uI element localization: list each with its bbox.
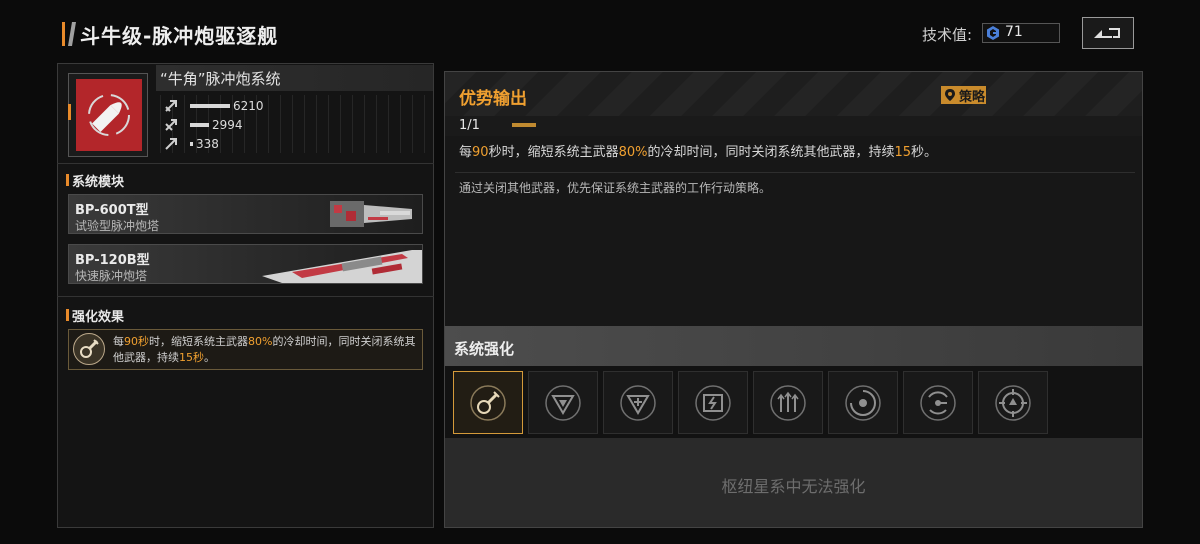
range-icon [165,138,177,150]
shield-burst-icon [620,384,656,421]
detail-title: 优势输出 [459,89,527,109]
page-count: 1/1 [459,118,480,133]
module-subtitle: 试验型脉冲炮塔 [75,219,160,233]
effect-description: 每90秒时，缩短系统主武器80%的冷却时间，同时关闭系统其他武器，持续15秒。 [113,335,416,364]
section-accent-mark [66,309,69,321]
stat-value: 2994 [212,118,243,132]
stat-bar [190,123,209,127]
turret-image [262,250,422,283]
stat-row-attack: 6210 [164,98,264,114]
detail-flavor-text: 通过关闭其他武器，优先保证系统主武器的工作行动策略。 [459,181,772,195]
attack-icon [165,100,177,112]
stat-value: 338 [196,137,219,151]
weapon-accent-mark [68,104,71,120]
stat-row-range: 338 [164,136,219,152]
cannon-wrench-icon [80,339,99,358]
durability-icon [165,119,177,131]
stat-bar [190,142,193,146]
cannon-wrench-icon [470,384,506,421]
module-subtitle: 快速脉冲炮塔 [75,269,148,283]
stat-row-durability: 2994 [164,117,243,133]
tech-hexagon-icon [987,26,999,40]
strategy-tag-label: 策略 [959,89,986,105]
bullet-crosshair-icon [88,94,130,136]
radar-icon [920,384,956,421]
strategy-tag: 策略 [941,86,986,105]
effects-section-label: 强化效果 [72,310,125,325]
back-arrow-icon [1094,28,1120,38]
stat-value: 6210 [233,99,264,113]
effect-icon [73,333,105,365]
enhance-slot-7[interactable] [903,371,973,434]
enhance-header [445,326,1142,366]
enhance-title: 系统强化 [454,340,515,358]
enhance-slot-6[interactable] [828,371,898,434]
battery-icon [695,384,731,421]
stat-bar [190,104,230,108]
target-icon [995,384,1031,421]
weapon-name: “牛角”脉冲炮系统 [160,70,281,88]
enhance-slot-3[interactable] [603,371,673,434]
detail-header [445,72,1142,116]
enhance-slot-8[interactable] [978,371,1048,434]
tech-value: 71 [1005,24,1023,40]
enhance-slot-4[interactable] [678,371,748,434]
divider [57,296,434,297]
map-pin-icon [945,89,955,101]
enhance-slot-1[interactable] [453,371,523,434]
triple-arrow-icon [770,384,806,421]
module-name: BP-120B型 [75,253,150,268]
module-name: BP-600T型 [75,203,149,218]
back-button[interactable] [1082,17,1134,49]
divider [455,172,1135,173]
turret-image [330,201,412,227]
module-card-bp120b[interactable]: BP-120B型 快速脉冲炮塔 [68,244,423,284]
divider [57,163,434,164]
vortex-icon [845,384,881,421]
enhance-slot-2[interactable] [528,371,598,434]
module-card-bp600t[interactable]: BP-600T型 试验型脉冲炮塔 [68,194,423,234]
enhance-unavailable-message: 枢纽星系中无法强化 [721,477,866,496]
weapon-icon [76,79,142,151]
page-indicator-bar [512,123,536,127]
tech-value-label: 技术值: [922,26,973,44]
detail-description: 每90秒时，缩短系统主武器80%的冷却时间，同时关闭系统其他武器，持续15秒。 [459,145,938,160]
shield-triangle-icon [545,384,581,421]
modules-section-label: 系统模块 [72,175,125,190]
page-indicator-row [445,116,1142,136]
enhance-slot-5[interactable] [753,371,823,434]
title-accent-icon [62,22,76,46]
page-title: 斗牛级-脉冲炮驱逐舰 [80,24,279,48]
section-accent-mark [66,174,69,186]
